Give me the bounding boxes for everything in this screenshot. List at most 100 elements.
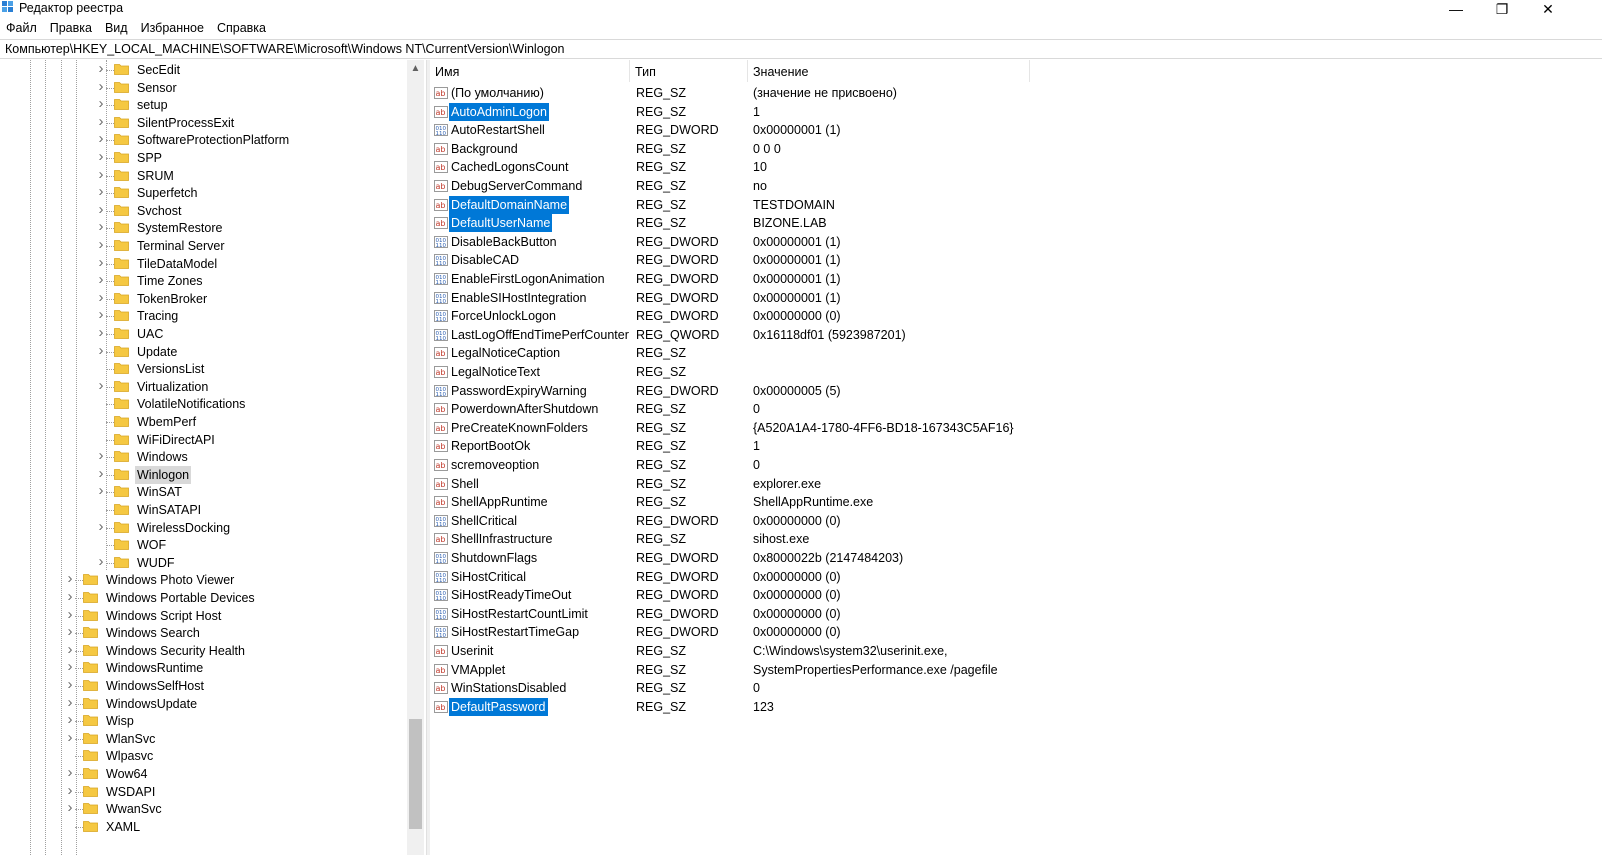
chevron-right-icon[interactable]: › — [96, 448, 106, 465]
tree-scrollbar[interactable]: ▲ — [407, 60, 424, 855]
minimize-button[interactable]: — — [1433, 0, 1479, 18]
tree-connector — [106, 210, 114, 212]
value-data: 0x8000022b (2147484203) — [753, 551, 904, 565]
chevron-right-icon[interactable]: › — [65, 712, 75, 729]
menu-edit[interactable]: Правка — [44, 19, 99, 38]
chevron-right-icon[interactable]: › — [65, 694, 75, 711]
menu-help[interactable]: Справка — [211, 19, 273, 38]
chevron-right-icon[interactable]: › — [96, 184, 106, 201]
value-row[interactable]: 010 110 ForceUnlockLogon REG_DWORD 0x0000000… — [430, 307, 1530, 326]
value-row[interactable]: ab Background REG_SZ 0 0 0 — [430, 140, 1530, 159]
chevron-right-icon[interactable]: › — [96, 377, 106, 394]
chevron-right-icon[interactable]: › — [96, 553, 106, 570]
value-row[interactable]: ab AutoAdminLogon REG_SZ 1 — [430, 102, 1530, 122]
chevron-right-icon[interactable]: › — [96, 166, 106, 183]
value-row[interactable]: ab DefaultUserName REG_SZ BIZONE.LAB — [430, 214, 1530, 233]
chevron-right-icon[interactable]: › — [96, 201, 106, 218]
value-row[interactable]: ab DebugServerCommand REG_SZ no — [430, 177, 1530, 196]
chevron-right-icon[interactable]: › — [96, 254, 106, 271]
value-name: ShutdownFlags — [451, 551, 538, 565]
value-row[interactable]: 010 110 SiHostRestartTimeGap REG_DWORD 0x000… — [430, 623, 1530, 642]
column-data-header[interactable]: Значение — [748, 60, 1030, 82]
chevron-right-icon[interactable]: › — [96, 237, 106, 253]
value-name: (По умолчанию) — [451, 86, 544, 100]
chevron-right-icon[interactable]: › — [96, 272, 106, 289]
tree-item-label: Terminal Server — [137, 239, 225, 253]
chevron-right-icon[interactable]: › — [65, 677, 75, 693]
column-type-header[interactable]: Тип — [630, 60, 748, 82]
value-data: 0 — [753, 458, 760, 472]
chevron-right-icon[interactable]: › — [96, 149, 106, 165]
value-row[interactable]: ab ReportBootOk REG_SZ 1 — [430, 437, 1530, 456]
value-type: REG_DWORD — [636, 272, 719, 286]
scroll-up-icon[interactable]: ▲ — [407, 60, 424, 77]
address-path[interactable]: Компьютер\HKEY_LOCAL_MACHINE\SOFTWARE\Mi… — [5, 42, 565, 56]
chevron-right-icon[interactable]: › — [65, 800, 75, 817]
value-row[interactable]: ab LegalNoticeCaption REG_SZ — [430, 344, 1530, 363]
tree-connector — [106, 334, 114, 335]
value-row[interactable]: ab VMApplet REG_SZ SystemPropertiesPerforma… — [430, 661, 1530, 680]
tree-connector — [75, 738, 83, 740]
value-row[interactable]: 010 110 AutoRestartShell REG_DWORD 0x0000000… — [430, 121, 1530, 140]
tree-item-label: Sensor — [137, 80, 177, 95]
restore-button[interactable]: ❐ — [1479, 0, 1525, 18]
value-row[interactable]: ab ShellAppRuntime REG_SZ ShellAppRuntime.e… — [430, 493, 1530, 512]
value-row[interactable]: ab PreCreateKnownFolders REG_SZ {A520A1A4-1… — [430, 419, 1530, 438]
chevron-right-icon[interactable]: › — [65, 571, 75, 588]
value-row[interactable]: 010 110 EnableFirstLogonAnimation REG_DWORD… — [430, 270, 1530, 289]
column-name-header[interactable]: Имя — [430, 60, 630, 82]
chevron-right-icon[interactable]: › — [65, 765, 75, 781]
svg-text:110: 110 — [436, 596, 447, 602]
value-row[interactable]: ab scremoveoption REG_SZ 0 — [430, 456, 1530, 475]
chevron-right-icon[interactable]: › — [96, 96, 106, 113]
chevron-right-icon[interactable]: › — [96, 483, 106, 500]
chevron-right-icon[interactable]: › — [96, 113, 106, 130]
value-row[interactable]: 010 110 SiHostReadyTimeOut REG_DWORD 0x00000… — [430, 586, 1530, 605]
menu-file[interactable]: Файл — [0, 19, 44, 38]
chevron-right-icon[interactable]: › — [65, 589, 75, 605]
chevron-right-icon[interactable]: › — [96, 325, 106, 341]
chevron-right-icon[interactable]: › — [65, 624, 75, 641]
chevron-right-icon[interactable]: › — [96, 342, 106, 359]
chevron-right-icon[interactable]: › — [96, 219, 106, 236]
address-bar[interactable]: Компьютер\HKEY_LOCAL_MACHINE\SOFTWARE\Mi… — [0, 39, 1602, 59]
chevron-right-icon[interactable]: › — [96, 518, 106, 535]
chevron-right-icon[interactable]: › — [65, 641, 75, 658]
chevron-right-icon[interactable]: › — [65, 659, 75, 676]
chevron-right-icon[interactable]: › — [96, 307, 106, 324]
value-row[interactable]: 010 110 LastLogOffEndTimePerfCounter REG_QW… — [430, 326, 1530, 345]
chevron-right-icon[interactable]: › — [96, 289, 106, 306]
value-row[interactable]: ab LegalNoticeText REG_SZ — [430, 363, 1530, 382]
value-row[interactable]: 010 110 DisableBackButton REG_DWORD 0x000000… — [430, 233, 1530, 252]
value-row[interactable]: 010 110 DisableCAD REG_DWORD 0x00000001 (1) — [430, 251, 1530, 270]
value-row[interactable]: 010 110 PasswordExpiryWarning REG_DWORD 0x00… — [430, 382, 1530, 401]
chevron-right-icon[interactable]: › — [96, 78, 106, 95]
scroll-thumb[interactable] — [409, 719, 422, 829]
chevron-right-icon[interactable]: › — [96, 61, 106, 77]
close-button[interactable]: ✕ — [1525, 0, 1571, 18]
value-row[interactable]: 010 110 ShellCritical REG_DWORD 0x00000000 (… — [430, 512, 1530, 531]
value-row[interactable]: ab PowerdownAfterShutdown REG_SZ 0 — [430, 400, 1530, 419]
menu-favorites[interactable]: Избранное — [135, 19, 211, 38]
tree-connector — [106, 404, 114, 406]
value-row[interactable]: ab WinStationsDisabled REG_SZ 0 — [430, 679, 1530, 698]
chevron-right-icon[interactable]: › — [96, 465, 106, 482]
value-row[interactable]: ab Shell REG_SZ explorer.exe — [430, 475, 1530, 494]
value-row[interactable]: ab Userinit REG_SZ C:\Windows\system32\user… — [430, 642, 1530, 661]
value-row[interactable]: ab CachedLogonsCount REG_SZ 10 — [430, 158, 1530, 177]
value-row[interactable]: 010 110 EnableSIHostIntegration REG_DWORD 0x… — [430, 289, 1530, 308]
value-row[interactable]: ab DefaultPassword REG_SZ 123 — [430, 697, 1530, 717]
value-data: 0x00000001 (1) — [753, 123, 841, 138]
value-row[interactable]: ab (По умолчанию) REG_SZ (значение не присв… — [430, 84, 1530, 103]
chevron-right-icon[interactable]: › — [65, 606, 75, 623]
chevron-right-icon[interactable]: › — [65, 782, 75, 799]
chevron-right-icon[interactable]: › — [65, 729, 75, 746]
value-row[interactable]: ab DefaultDomainName REG_SZ TESTDOMAIN — [430, 195, 1530, 215]
tree-guide-line — [106, 60, 107, 571]
value-row[interactable]: 010 110 SiHostCritical REG_DWORD 0x00000000 … — [430, 568, 1530, 587]
value-row[interactable]: 010 110 ShutdownFlags REG_DWORD 0x8000022b (… — [430, 549, 1530, 568]
chevron-right-icon[interactable]: › — [96, 131, 106, 148]
menu-view[interactable]: Вид — [99, 19, 135, 38]
value-row[interactable]: 010 110 SiHostRestartCountLimit REG_DWORD 0x… — [430, 605, 1530, 624]
value-row[interactable]: ab ShellInfrastructure REG_SZ sihost.exe — [430, 530, 1530, 549]
